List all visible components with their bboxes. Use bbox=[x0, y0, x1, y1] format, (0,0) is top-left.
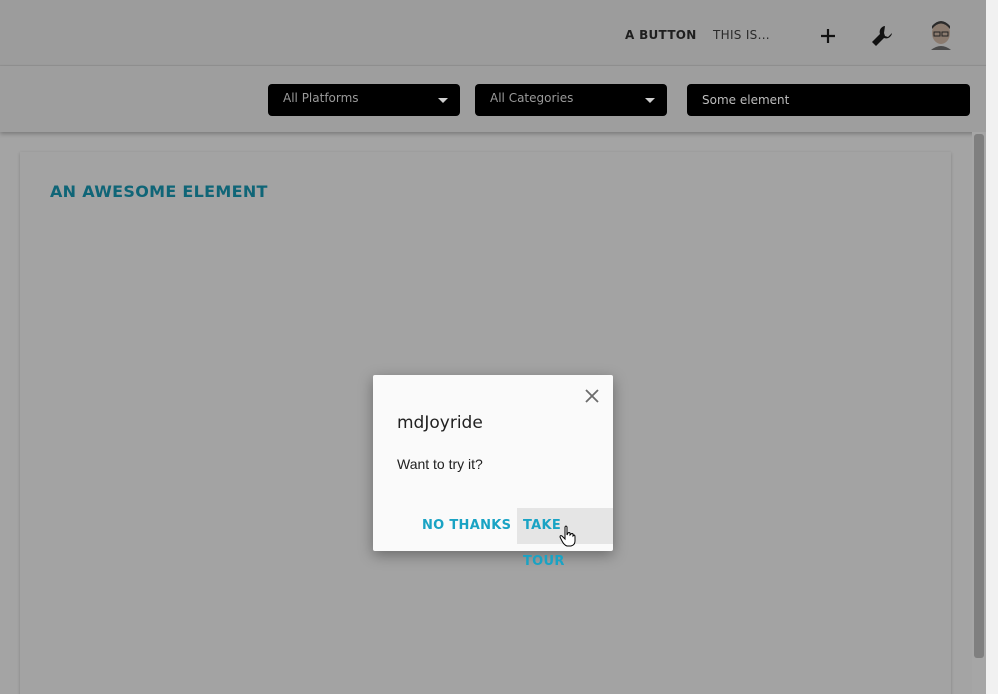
this-is-button[interactable]: THIS IS... bbox=[713, 28, 770, 44]
dialog-text: Want to try it? bbox=[397, 456, 483, 472]
platform-select[interactable]: All Platforms bbox=[268, 84, 460, 116]
card-title: AN AWESOME ELEMENT bbox=[50, 182, 268, 201]
chevron-down-icon bbox=[645, 98, 655, 103]
chevron-down-icon bbox=[438, 98, 448, 103]
category-select[interactable]: All Categories bbox=[475, 84, 667, 116]
avatar[interactable] bbox=[927, 20, 955, 50]
top-header: A BUTTON THIS IS... bbox=[0, 0, 998, 66]
a-button[interactable]: A BUTTON bbox=[625, 28, 697, 44]
dialog-title: mdJoyride bbox=[397, 413, 483, 433]
joyride-dialog: mdJoyride Want to try it? NO THANKS TAKE… bbox=[373, 375, 613, 569]
scrollbar-thumb[interactable] bbox=[974, 134, 984, 658]
no-thanks-button[interactable]: NO THANKS bbox=[416, 508, 517, 544]
hand-cursor-icon bbox=[559, 525, 576, 547]
search-input[interactable] bbox=[687, 84, 970, 116]
window-edge bbox=[986, 0, 998, 694]
app-window: A BUTTON THIS IS... All Platforms All Ca… bbox=[0, 0, 998, 694]
plus-icon[interactable] bbox=[814, 22, 842, 50]
wrench-icon[interactable] bbox=[868, 22, 896, 50]
platform-select-label: All Platforms bbox=[283, 91, 359, 105]
close-icon[interactable] bbox=[583, 387, 601, 405]
category-select-label: All Categories bbox=[490, 91, 574, 105]
scrollbar[interactable] bbox=[972, 132, 986, 694]
filter-bar: All Platforms All Categories bbox=[0, 66, 998, 132]
